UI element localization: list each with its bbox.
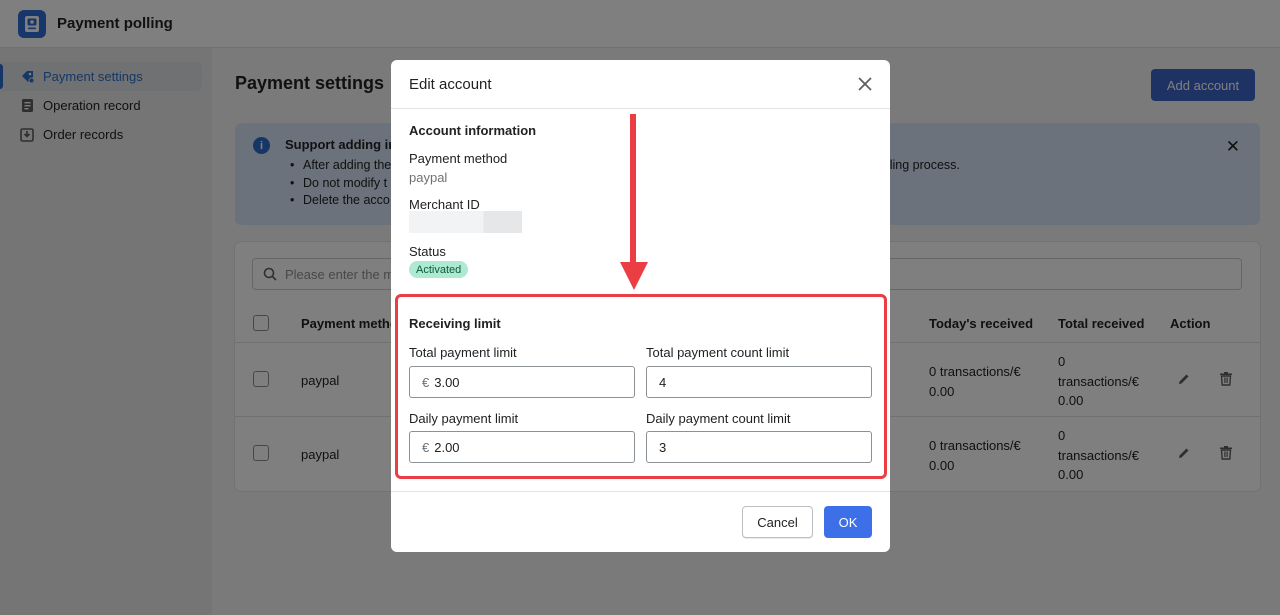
total-payment-limit-label: Total payment limit (409, 345, 517, 360)
merchant-id-value-redacted (409, 211, 522, 233)
receiving-limit-heading: Receiving limit (409, 316, 501, 331)
currency-prefix: € (422, 439, 430, 455)
cancel-button[interactable]: Cancel (742, 506, 813, 538)
account-information-heading: Account information (409, 123, 537, 138)
merchant-id-label: Merchant ID (409, 197, 480, 212)
annotation-arrow-icon (620, 114, 648, 290)
total-payment-limit-input[interactable]: € 3.00 (409, 366, 635, 398)
payment-method-value: paypal (409, 170, 448, 185)
modal-title: Edit account (409, 75, 492, 93)
total-payment-count-limit-label: Total payment count limit (646, 345, 790, 360)
input-value: 4 (659, 374, 667, 390)
status-badge: Activated (409, 261, 469, 278)
modal-footer: Cancel OK (391, 491, 890, 552)
ok-button[interactable]: OK (824, 506, 872, 538)
daily-payment-count-limit-input[interactable]: 3 (646, 431, 872, 463)
close-icon[interactable] (856, 75, 874, 93)
currency-prefix: € (422, 374, 430, 390)
modal-header: Edit account (391, 60, 890, 109)
input-value: 3 (659, 439, 667, 455)
daily-payment-count-limit-label: Daily payment count limit (646, 411, 791, 426)
total-payment-count-limit-input[interactable]: 4 (646, 366, 872, 398)
daily-payment-limit-label: Daily payment limit (409, 411, 519, 426)
status-label: Status (409, 244, 446, 259)
input-value: 3.00 (434, 374, 460, 390)
input-value: 2.00 (434, 439, 460, 455)
payment-method-label: Payment method (409, 151, 508, 166)
daily-payment-limit-input[interactable]: € 2.00 (409, 431, 635, 463)
